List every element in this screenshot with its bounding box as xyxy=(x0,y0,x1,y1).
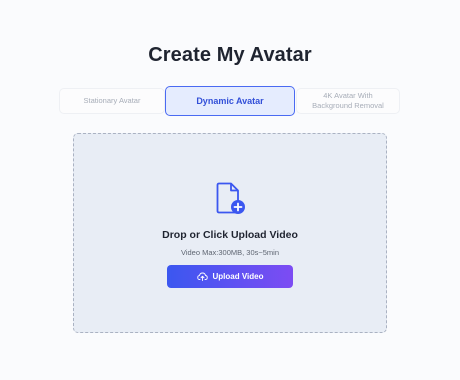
dropzone-title: Drop or Click Upload Video xyxy=(162,229,298,241)
cloud-upload-icon xyxy=(196,272,208,281)
file-add-icon xyxy=(216,182,246,216)
page-title: Create My Avatar xyxy=(148,44,312,66)
dropzone-requirements: Video Max:300MB, 30s~5min xyxy=(180,248,280,257)
tab-dynamic-avatar[interactable]: Dynamic Avatar xyxy=(165,86,295,116)
upload-video-button[interactable]: Upload Video xyxy=(167,265,293,288)
avatar-type-tabs: Stationary Avatar Dynamic Avatar 4K Avat… xyxy=(58,86,400,116)
video-dropzone[interactable]: Drop or Click Upload Video Video Max:300… xyxy=(73,133,387,333)
tab-stationary-avatar[interactable]: Stationary Avatar xyxy=(59,88,165,114)
tab-4k-avatar-background-removal[interactable]: 4K Avatar With Background Removal xyxy=(296,88,400,114)
page: Create My Avatar Stationary Avatar Dynam… xyxy=(0,0,460,380)
upload-video-button-label: Upload Video xyxy=(212,272,264,281)
